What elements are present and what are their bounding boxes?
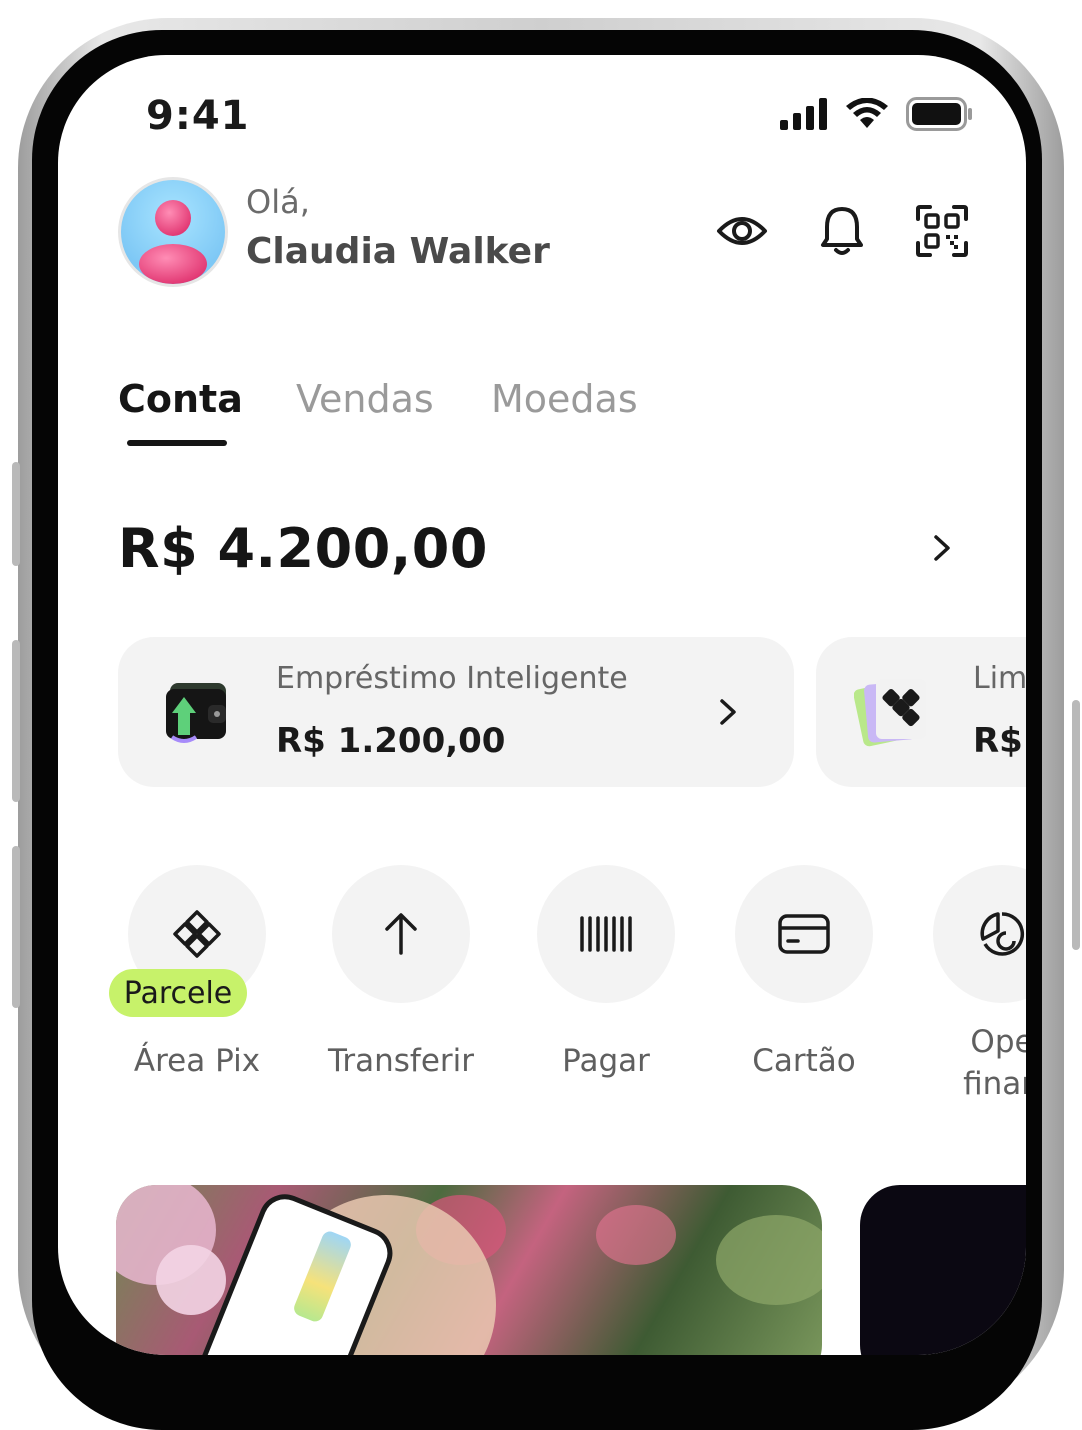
parcele-badge: Parcele [109,969,247,1017]
side-button-volume-up [12,640,20,802]
greeting-label: Olá, [246,183,310,221]
loan-card-amount: R$ 1.200,00 [276,721,506,761]
tab-moedas[interactable]: Moedas [491,377,638,421]
pix-icon [173,910,221,958]
action-label: Pagar [562,1043,650,1079]
action-label: Transferir [327,1043,474,1079]
app-screen: 9:41 Olá, Claudia Walker Conta Vendas Mo… [58,55,1026,1355]
loan-card[interactable]: Empréstimo Inteligente R$ 1.200,00 [118,637,794,787]
action-label: Cartão [752,1043,856,1079]
action-area-pix[interactable]: Parcele Área Pix [97,865,297,1079]
side-button-volume-down [12,846,20,1008]
status-time: 9:41 [146,93,250,139]
action-circle [537,865,675,1003]
promo-banner-secondary[interactable] [860,1185,1026,1355]
loan-card-title: Empréstimo Inteligente [276,661,628,696]
action-operacoes-financeiras[interactable]: Ope finan [902,865,1026,1105]
wifi-icon [846,98,888,128]
avatar[interactable] [118,177,228,287]
qr-code-icon[interactable] [916,205,968,257]
chart-icon [980,912,1025,956]
promo-banner[interactable] [116,1185,822,1355]
eye-icon[interactable] [716,205,768,257]
side-button-power [1072,700,1080,950]
wallet-icon [162,677,232,751]
chevron-right-icon [714,697,742,731]
action-label: Área Pix [133,1043,261,1079]
action-circle [332,865,470,1003]
status-icons [780,97,974,131]
arrow-up-icon [385,913,417,955]
limit-card[interactable]: Lim R$ [816,637,1026,787]
active-tab-indicator [127,440,227,446]
battery-icon [906,97,972,131]
user-name: Claudia Walker [246,231,550,272]
side-button-mute [12,462,20,566]
action-transferir[interactable]: Transferir [301,865,501,1079]
cellular-signal-icon [780,98,827,130]
pix-cards-icon [853,675,934,753]
action-pagar[interactable]: Pagar [506,865,706,1079]
user-figure-icon [139,200,207,284]
card-icon [778,914,830,954]
tab-conta[interactable]: Conta [118,377,243,421]
barcode-icon [580,916,632,952]
tab-vendas[interactable]: Vendas [296,377,434,421]
action-circle [933,865,1026,1003]
action-label-line2: finan [963,1066,1026,1102]
action-cartao[interactable]: Cartão [704,865,904,1079]
action-label: Ope finan [902,1021,1026,1105]
action-label-line1: Ope [970,1024,1026,1060]
limit-card-amount: R$ [973,721,1023,761]
limit-card-title: Lim [973,661,1026,696]
chevron-right-icon[interactable] [928,533,956,567]
bell-icon[interactable] [816,205,868,257]
action-circle [735,865,873,1003]
account-balance: R$ 4.200,00 [118,517,488,580]
